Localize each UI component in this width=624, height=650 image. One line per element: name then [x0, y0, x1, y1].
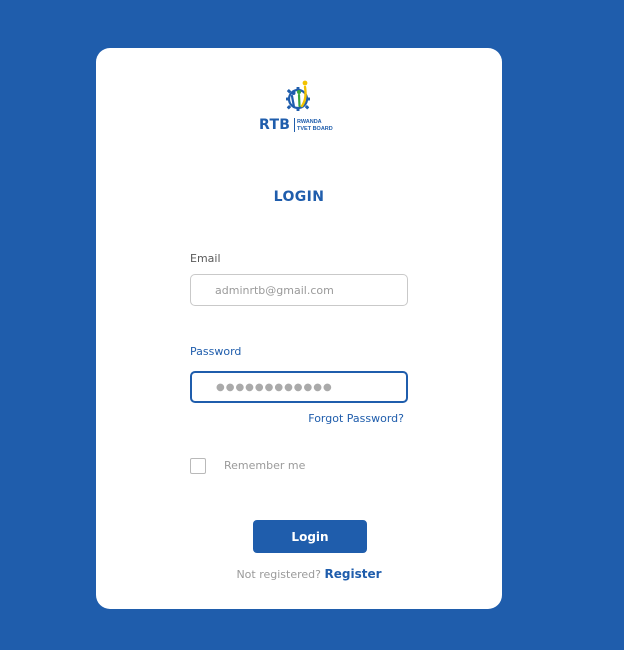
rtb-logo: RTB RWANDA TVET BOARD: [259, 80, 343, 136]
register-link[interactable]: Register: [325, 567, 382, 581]
login-title: LOGIN: [273, 189, 325, 205]
forgot-password-link[interactable]: Forgot Password?: [308, 412, 404, 425]
rtb-gear-people-icon: [286, 80, 310, 111]
password-input[interactable]: [190, 371, 408, 403]
logo-divider: [294, 118, 295, 132]
email-label: Email: [190, 252, 221, 265]
register-prompt: Not registered?: [236, 568, 325, 581]
remember-me-label: Remember me: [224, 459, 306, 472]
login-button[interactable]: Login: [253, 520, 367, 553]
logo-full-name: RWANDA TVET BOARD: [297, 119, 333, 132]
page-background: RTB RWANDA TVET BOARD LOGIN Email Passwo…: [0, 0, 624, 650]
email-input[interactable]: [190, 274, 408, 306]
remember-me-checkbox[interactable]: [190, 458, 206, 474]
logo-full-name-line2: TVET BOARD: [297, 125, 333, 132]
password-label: Password: [190, 345, 242, 358]
register-row: Not registered? Register: [96, 567, 522, 581]
login-card: RTB RWANDA TVET BOARD LOGIN Email Passwo…: [96, 48, 502, 609]
logo-short-name: RTB: [259, 117, 291, 133]
